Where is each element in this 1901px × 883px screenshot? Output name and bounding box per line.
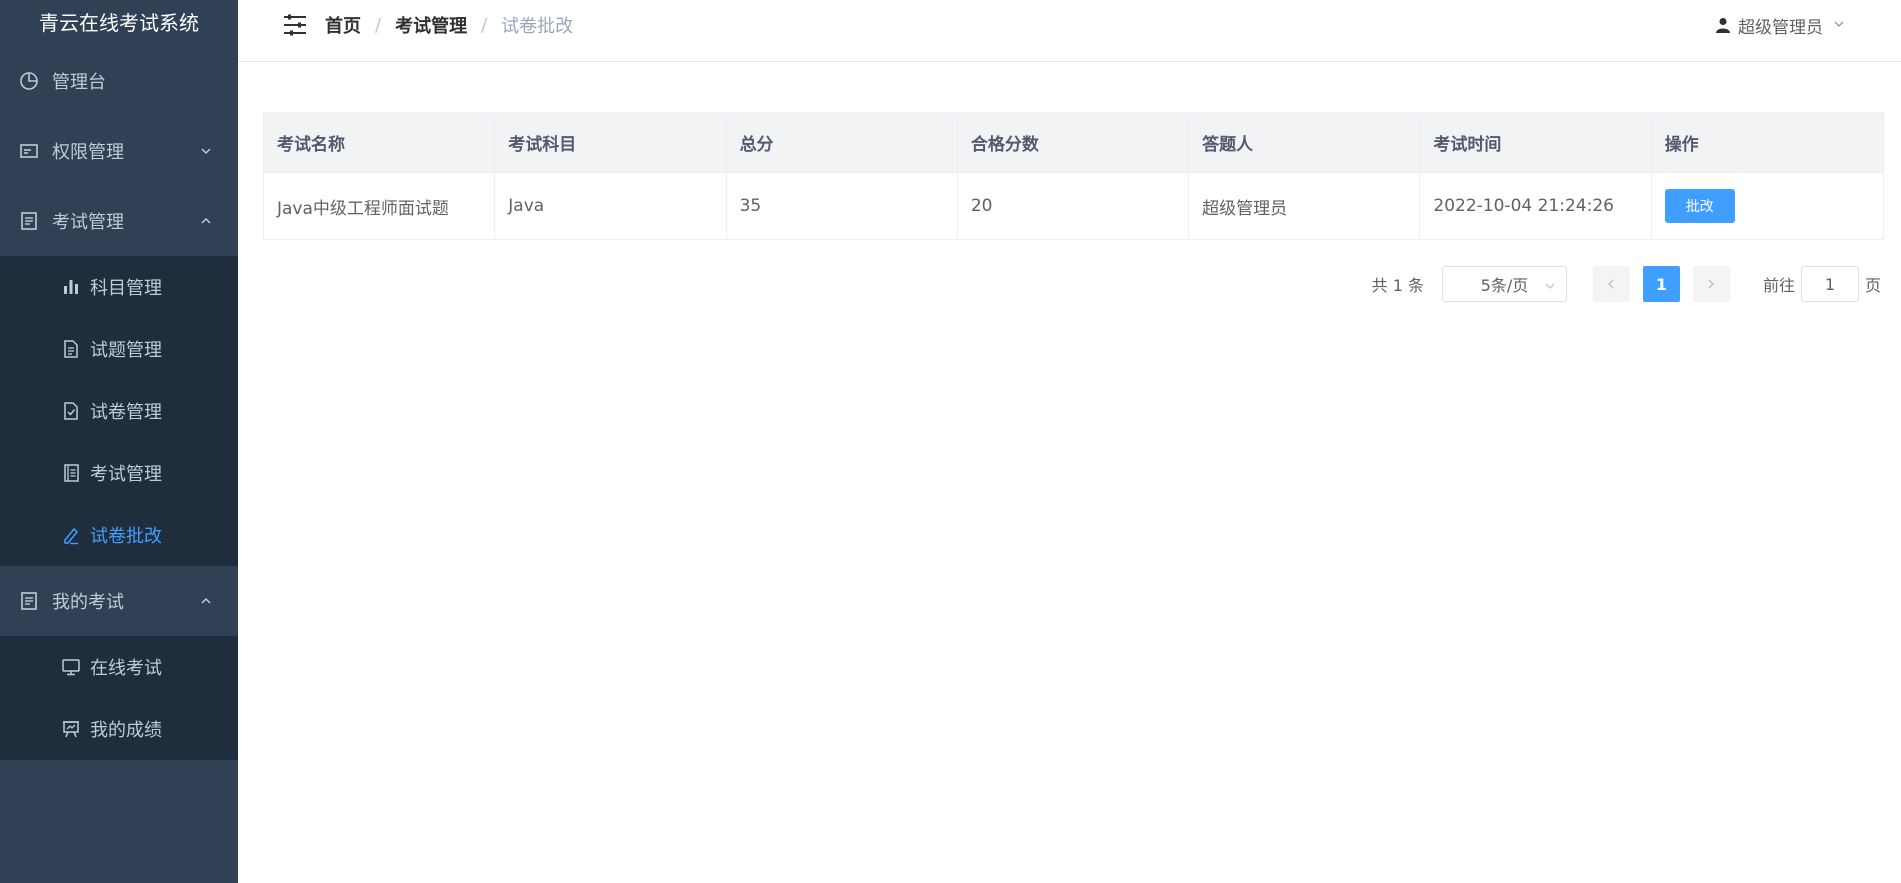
column-header-time: 考试时间 xyxy=(1420,113,1652,172)
page-suffix-label: 页 xyxy=(1864,276,1881,295)
top-navbar: 首页 / 考试管理 / 试卷批改 超级管理员 xyxy=(238,0,1901,62)
breadcrumb-home[interactable]: 首页 xyxy=(325,12,361,38)
user-dropdown[interactable]: 超级管理员 xyxy=(1714,0,1845,50)
cell-exam-name: Java中级工程师面试题 xyxy=(264,173,496,239)
menu-item-my-exam[interactable]: 我的考试 xyxy=(0,566,238,636)
chevron-up-icon xyxy=(200,566,212,636)
sliders-toggle-icon[interactable] xyxy=(282,12,308,38)
page-size-select[interactable]: 5条/页 xyxy=(1441,266,1567,302)
next-page-button[interactable] xyxy=(1692,266,1730,302)
document-icon xyxy=(18,210,40,232)
chevron-right-icon xyxy=(1705,275,1717,294)
breadcrumb-separator: / xyxy=(375,14,382,36)
breadcrumb-separator: / xyxy=(481,14,488,36)
breadcrumb-section[interactable]: 考试管理 xyxy=(395,12,467,38)
sidebar-item-label: 试卷管理 xyxy=(90,402,162,423)
edit-pen-icon xyxy=(60,524,82,546)
bar-chart-icon xyxy=(60,276,82,298)
page-size-value: 5条/页 xyxy=(1480,276,1529,295)
submenu-exam-management: 科目管理 试题管理 试卷管理 考试管理 试卷批改 xyxy=(0,256,238,566)
sidebar-item-label: 考试管理 xyxy=(90,464,162,485)
cell-pass-score: 20 xyxy=(958,173,1190,239)
sidebar-item-marking[interactable]: 试卷批改 xyxy=(0,504,238,566)
cell-operation: 批改 xyxy=(1652,173,1883,239)
notebook-icon xyxy=(60,462,82,484)
sidebar-item-label: 试卷批改 xyxy=(90,526,162,547)
chevron-down-icon xyxy=(1544,277,1556,296)
menu-label: 我的考试 xyxy=(52,592,124,613)
cell-exam-time: 2022-10-04 21:24:26 xyxy=(1420,173,1652,239)
chevron-up-icon xyxy=(200,186,212,256)
goto-label: 前往 xyxy=(1762,276,1795,295)
menu-label: 管理台 xyxy=(52,72,106,93)
prev-page-button[interactable] xyxy=(1592,266,1630,302)
column-header-answerer: 答题人 xyxy=(1189,113,1421,172)
sidebar-item-label: 在线考试 xyxy=(90,658,162,679)
column-header-pass: 合格分数 xyxy=(958,113,1190,172)
menu-item-permission[interactable]: 权限管理 xyxy=(0,116,238,186)
breadcrumb-current: 试卷批改 xyxy=(501,16,574,37)
table-header-row: 考试名称 考试科目 总分 合格分数 答题人 考试时间 操作 xyxy=(264,113,1883,173)
chevron-left-icon xyxy=(1605,275,1617,294)
menu-label: 考试管理 xyxy=(52,212,124,233)
column-header-total: 总分 xyxy=(727,113,958,172)
column-header-operation: 操作 xyxy=(1664,135,1699,155)
sidebar-item-exam[interactable]: 考试管理 xyxy=(0,442,238,504)
sidebar-item-label: 我的成绩 xyxy=(90,720,162,741)
user-icon xyxy=(1714,16,1732,34)
sidebar-item-my-scores[interactable]: 我的成绩 xyxy=(0,698,238,760)
pie-chart-icon xyxy=(18,70,40,92)
id-card-icon xyxy=(18,140,40,162)
menu-item-dashboard[interactable]: 管理台 xyxy=(0,46,238,116)
file-check-icon xyxy=(60,400,82,422)
chevron-down-icon xyxy=(1833,15,1845,35)
chevron-down-icon xyxy=(200,116,212,186)
menu-item-exam-management[interactable]: 考试管理 xyxy=(0,186,238,256)
file-text-icon xyxy=(60,338,82,360)
cell-total-score: 35 xyxy=(727,173,958,239)
sidebar-item-subject[interactable]: 科目管理 xyxy=(0,256,238,318)
table-row: Java中级工程师面试题 Java 35 20 超级管理员 2022-10-04… xyxy=(264,173,1883,239)
user-name: 超级管理员 xyxy=(1738,17,1823,38)
sidebar-item-label: 试题管理 xyxy=(90,340,162,361)
pagination: 共 1 条 5条/页 1 前往 页 xyxy=(1372,266,1881,302)
document-icon xyxy=(18,590,40,612)
breadcrumb: 首页 / 考试管理 / 试卷批改 xyxy=(325,0,573,50)
column-header-name: 考试名称 xyxy=(264,113,496,172)
monitor-icon xyxy=(60,656,82,678)
cell-subject: Java xyxy=(495,173,727,239)
sidebar-item-online-exam[interactable]: 在线考试 xyxy=(0,636,238,698)
sidebar-item-paper[interactable]: 试卷管理 xyxy=(0,380,238,442)
presentation-chart-icon xyxy=(60,718,82,740)
page-jump: 前往 页 xyxy=(1763,266,1881,302)
pagination-total: 共 1 条 xyxy=(1371,276,1424,295)
cell-answerer: 超级管理员 xyxy=(1189,173,1421,239)
menu-label: 权限管理 xyxy=(52,142,124,163)
sidebar-item-label: 科目管理 xyxy=(90,278,162,299)
sidebar: 青云在线考试系统 管理台 权限管理 考试管理 科目管理 试题管理 试卷管理 考试… xyxy=(0,0,238,883)
page-number-current[interactable]: 1 xyxy=(1642,266,1680,302)
column-header-subject: 考试科目 xyxy=(495,113,727,172)
marking-table: 考试名称 考试科目 总分 合格分数 答题人 考试时间 操作 Java中级工程师面… xyxy=(263,112,1884,240)
mark-button[interactable]: 批改 xyxy=(1664,189,1735,223)
app-title: 青云在线考试系统 xyxy=(39,11,199,35)
goto-page-input[interactable] xyxy=(1800,266,1859,302)
submenu-my-exam: 在线考试 我的成绩 xyxy=(0,636,238,760)
sidebar-item-question[interactable]: 试题管理 xyxy=(0,318,238,380)
